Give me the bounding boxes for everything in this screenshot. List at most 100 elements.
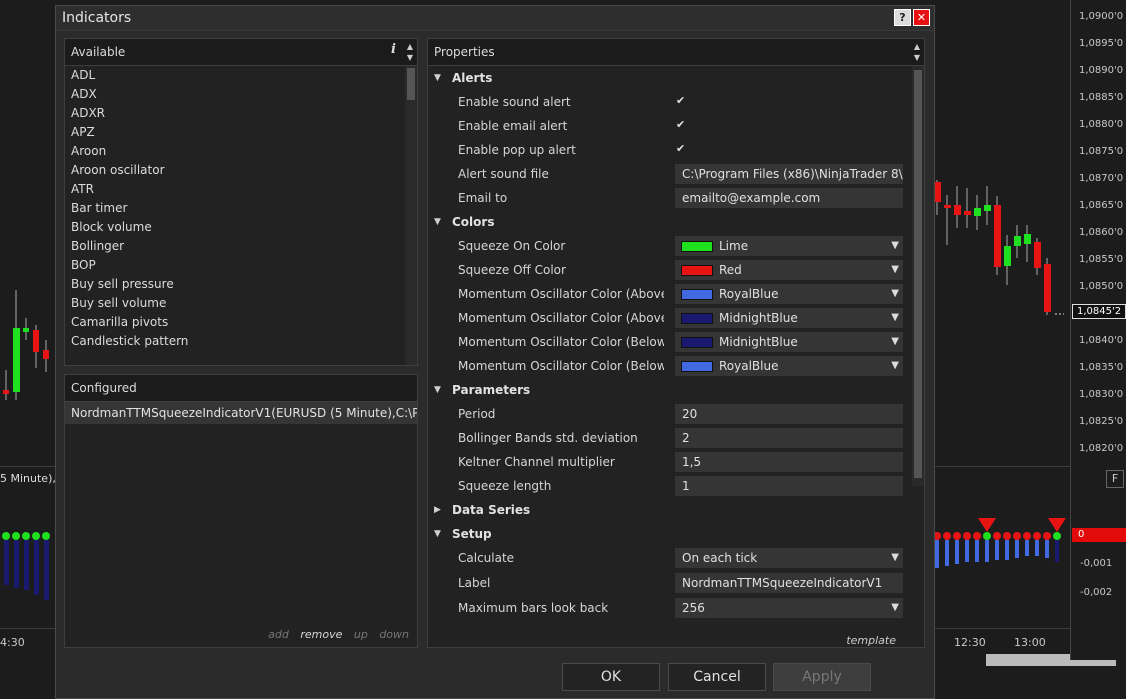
configured-panel: Configured NordmanTTMSqueezeIndicatorV1(… [64, 374, 418, 648]
collapse-arrow-icon: ▼ [434, 529, 441, 539]
f-button[interactable]: F [1106, 470, 1124, 488]
list-item[interactable]: Block volume [65, 218, 403, 237]
properties-scrollbar[interactable] [912, 66, 924, 486]
available-header: Available i ▲ ▼ [65, 39, 417, 66]
keltner-multiplier-field[interactable]: 1,5 [675, 452, 903, 472]
sort-arrows-icon[interactable]: ▲ ▼ [405, 41, 415, 63]
price-tick: 1,0895'0 [1079, 38, 1124, 49]
ok-button[interactable]: OK [562, 663, 660, 691]
property-row: Period 20 [428, 402, 912, 426]
squeeze-length-field[interactable]: 1 [675, 476, 903, 496]
color-swatch [681, 361, 713, 372]
price-tick: 1,0880'0 [1079, 119, 1124, 130]
list-item[interactable]: Buy sell volume [65, 294, 403, 313]
list-item[interactable]: Camarilla pivots [65, 313, 403, 332]
list-item[interactable]: ADX [65, 85, 403, 104]
category-parameters[interactable]: ▼ Parameters [428, 378, 912, 402]
std-deviation-field[interactable]: 2 [675, 428, 903, 448]
chevron-down-icon: ▼ [891, 288, 899, 299]
property-row: Alert sound file C:\Program Files (x86)\N… [428, 162, 912, 186]
color-swatch [681, 265, 713, 276]
price-tick: 1,0840'0 [1079, 335, 1124, 346]
list-item[interactable]: APZ [65, 123, 403, 142]
list-item[interactable]: Aroon [65, 142, 403, 161]
remove-link[interactable]: remove [300, 628, 342, 641]
configured-title: Configured [71, 381, 137, 395]
checkmark-icon[interactable]: ✔ [676, 118, 685, 131]
price-tick: 1,0820'0 [1079, 443, 1124, 454]
category-data-series[interactable]: ▶ Data Series [428, 498, 912, 522]
chevron-down-icon: ▼ [891, 240, 899, 251]
last-price-tag: 1,0845'2 [1072, 304, 1126, 319]
list-item[interactable]: Bollinger [65, 237, 403, 256]
label-field[interactable]: NordmanTTMSqueezeIndicatorV1 [675, 573, 903, 593]
indicator-zero-tag: 0 [1072, 528, 1126, 542]
color-dropdown[interactable]: Red ▼ [675, 260, 903, 280]
cancel-button[interactable]: Cancel [668, 663, 766, 691]
price-tick: 1,0860'0 [1079, 227, 1124, 238]
email-field[interactable]: emailto@example.com [675, 188, 903, 208]
list-item[interactable]: Aroon oscillator [65, 161, 403, 180]
configured-item[interactable]: NordmanTTMSqueezeIndicatorV1(EURUSD (5 M… [65, 402, 417, 424]
list-item[interactable]: BOP [65, 256, 403, 275]
price-tick: 1,0900'0 [1079, 11, 1124, 22]
properties-panel: Properties ▲ ▼ ▼ Alerts Enable sound alert… [427, 38, 925, 648]
price-tick: 1,0865'0 [1079, 200, 1124, 211]
category-colors[interactable]: ▼ Colors [428, 210, 912, 234]
scroll-thumb[interactable] [407, 68, 415, 100]
dialog-title: Indicators [62, 10, 132, 26]
time-label: 12:30 [954, 636, 986, 649]
category-setup[interactable]: ▼ Setup [428, 522, 912, 546]
info-icon[interactable]: i [391, 42, 396, 57]
calculate-dropdown[interactable]: On each tick ▼ [675, 548, 903, 568]
help-icon[interactable]: ? [894, 9, 911, 26]
properties-title: Properties [434, 45, 495, 59]
property-row: Squeeze Off Color Red ▼ [428, 258, 912, 282]
time-label: 4:30 [0, 636, 25, 649]
price-tick: 1,0885'0 [1079, 92, 1124, 103]
chevron-down-icon: ▼ [891, 552, 899, 563]
checkmark-icon[interactable]: ✔ [676, 142, 685, 155]
template-link[interactable]: template [846, 634, 896, 647]
property-row: Enable email alert ✔ [458, 118, 686, 133]
sort-arrows-icon[interactable]: ▲ ▼ [912, 41, 922, 63]
sound-file-field[interactable]: C:\Program Files (x86)\NinjaTrader 8\\sc [675, 164, 903, 184]
collapse-arrow-icon: ▼ [434, 217, 441, 227]
indicator-tick: -0,001 [1080, 558, 1113, 569]
category-alerts[interactable]: ▼ Alerts [428, 66, 912, 90]
apply-button[interactable]: Apply [773, 663, 871, 691]
list-item[interactable]: Bar timer [65, 199, 403, 218]
price-tick: 1,0875'0 [1079, 146, 1124, 157]
list-item[interactable]: ADL [65, 66, 403, 85]
expand-arrow-icon: ▶ [434, 505, 441, 515]
down-link[interactable]: down [379, 628, 409, 641]
property-row: Email to emailto@example.com [428, 186, 912, 210]
color-dropdown[interactable]: MidnightBlue ▼ [675, 332, 903, 352]
price-tick: 1,0830'0 [1079, 389, 1124, 400]
color-dropdown[interactable]: RoyalBlue ▼ [675, 284, 903, 304]
available-scrollbar[interactable] [405, 66, 417, 365]
chevron-down-icon: ▼ [891, 264, 899, 275]
list-item[interactable]: ATR [65, 180, 403, 199]
color-dropdown[interactable]: MidnightBlue ▼ [675, 308, 903, 328]
collapse-arrow-icon: ▼ [434, 385, 441, 395]
price-tick: 1,0835'0 [1079, 362, 1124, 373]
period-field[interactable]: 20 [675, 404, 903, 424]
close-icon[interactable]: ✕ [913, 9, 930, 26]
add-link[interactable]: add [268, 628, 289, 641]
color-dropdown[interactable]: RoyalBlue ▼ [675, 356, 903, 376]
property-row: Momentum Oscillator Color (Above... Royal… [428, 282, 912, 306]
max-bars-dropdown[interactable]: 256 ▼ [675, 598, 903, 618]
dialog-titlebar[interactable]: Indicators ? ✕ [56, 6, 934, 31]
chevron-down-icon: ▼ [891, 336, 899, 347]
up-link[interactable]: up [354, 628, 368, 641]
scroll-thumb[interactable] [914, 70, 922, 478]
property-row: Squeeze length 1 [428, 474, 912, 498]
list-item[interactable]: Buy sell pressure [65, 275, 403, 294]
price-tick: 1,0890'0 [1079, 65, 1124, 76]
checkmark-icon[interactable]: ✔ [676, 94, 685, 107]
color-dropdown[interactable]: Lime ▼ [675, 236, 903, 256]
list-item[interactable]: ADXR [65, 104, 403, 123]
list-item[interactable]: Candlestick pattern [65, 332, 403, 351]
property-row: Maximum bars look back 256 ▼ [428, 596, 912, 621]
